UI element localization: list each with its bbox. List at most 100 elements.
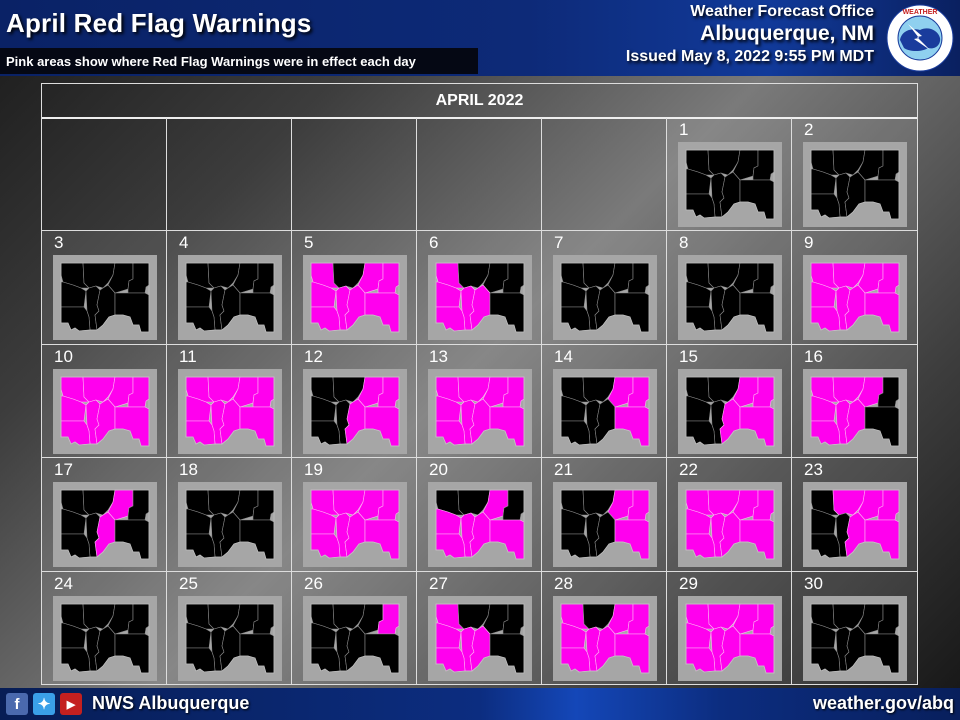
day-number: 14 <box>554 346 573 366</box>
day-number: 29 <box>679 573 698 593</box>
day-number: 16 <box>804 346 823 366</box>
day-number: 25 <box>179 573 198 593</box>
day-number: 5 <box>304 233 314 253</box>
day-number: 9 <box>804 233 814 253</box>
warning-map <box>678 595 782 681</box>
warning-map <box>803 368 907 454</box>
warning-map <box>428 255 532 341</box>
calendar-empty-cell <box>292 118 417 232</box>
warning-map <box>803 482 907 568</box>
header-banner: April Red Flag Warnings Pink areas show … <box>0 0 960 76</box>
day-number: 20 <box>429 460 448 480</box>
calendar-day-cell: 17 <box>42 458 167 572</box>
calendar-day-cell: 10 <box>42 344 167 459</box>
day-number: 24 <box>54 573 73 593</box>
calendar-day-cell: 7 <box>542 231 667 345</box>
warning-map <box>178 482 282 568</box>
day-number: 26 <box>304 573 323 593</box>
calendar-day-cell: 21 <box>542 458 667 572</box>
day-number: 3 <box>54 233 64 253</box>
page-subtitle: Pink areas show where Red Flag Warnings … <box>6 54 416 69</box>
calendar-day-cell: 19 <box>292 458 417 572</box>
calendar-day-cell: 25 <box>167 571 292 685</box>
calendar-day-cell: 1 <box>667 118 792 232</box>
social-links: f ✦ ▶ <box>6 693 82 715</box>
calendar-day-cell: 8 <box>667 231 792 345</box>
warning-map <box>678 142 782 227</box>
calendar-day-cell: 22 <box>667 458 792 572</box>
day-number: 28 <box>554 573 573 593</box>
day-number: 10 <box>54 346 73 366</box>
day-number: 18 <box>179 460 198 480</box>
warning-map <box>678 368 782 454</box>
calendar: APRIL 2022 1 2 3 4 5 6 7 8 9 10 11 12 13 14 15 16 17 18 19… <box>41 83 918 685</box>
day-number: 1 <box>679 120 689 139</box>
warning-map <box>53 255 157 341</box>
footer-banner: f ✦ ▶ NWS Albuquerque weather.gov/abq <box>0 688 960 720</box>
calendar-day-cell: 5 <box>292 231 417 345</box>
social-handle: NWS Albuquerque <box>92 693 250 713</box>
calendar-day-cell: 28 <box>542 571 667 685</box>
calendar-day-cell: 3 <box>42 231 167 345</box>
youtube-icon[interactable]: ▶ <box>60 693 82 715</box>
calendar-day-cell: 12 <box>292 344 417 459</box>
warning-map <box>53 368 157 454</box>
day-number: 7 <box>554 233 564 253</box>
calendar-day-cell: 9 <box>792 231 917 345</box>
warning-map <box>303 255 407 341</box>
warning-map <box>303 368 407 454</box>
calendar-day-cell: 2 <box>792 118 917 232</box>
warning-map <box>553 255 657 341</box>
day-number: 12 <box>304 346 323 366</box>
calendar-month-label: APRIL 2022 <box>42 84 917 119</box>
day-number: 6 <box>429 233 439 253</box>
office-location: Albuquerque, NM <box>700 22 874 45</box>
warning-map <box>803 255 907 341</box>
warning-map <box>553 368 657 454</box>
calendar-day-cell: 6 <box>417 231 542 345</box>
calendar-empty-cell <box>417 118 542 232</box>
calendar-day-cell: 11 <box>167 344 292 459</box>
warning-map <box>178 595 282 681</box>
day-number: 30 <box>804 573 823 593</box>
day-number: 27 <box>429 573 448 593</box>
calendar-day-cell: 29 <box>667 571 792 685</box>
warning-map <box>678 255 782 341</box>
calendar-empty-cell <box>167 118 292 232</box>
warning-map <box>553 482 657 568</box>
day-number: 13 <box>429 346 448 366</box>
calendar-day-cell: 20 <box>417 458 542 572</box>
svg-text:WEATHER: WEATHER <box>903 9 938 16</box>
calendar-day-cell: 15 <box>667 344 792 459</box>
warning-map <box>53 482 157 568</box>
twitter-icon[interactable]: ✦ <box>33 693 55 715</box>
day-number: 17 <box>54 460 73 480</box>
office-info: Weather Forecast Office Albuquerque, NM … <box>626 2 874 68</box>
day-number: 23 <box>804 460 823 480</box>
day-number: 2 <box>804 120 814 139</box>
calendar-day-cell: 4 <box>167 231 292 345</box>
warning-map <box>803 142 907 227</box>
warning-map <box>178 255 282 341</box>
calendar-day-cell: 30 <box>792 571 917 685</box>
day-number: 4 <box>179 233 189 253</box>
day-number: 21 <box>554 460 573 480</box>
calendar-day-cell: 26 <box>292 571 417 685</box>
warning-map <box>803 595 907 681</box>
office-label: Weather Forecast Office <box>690 3 874 20</box>
facebook-icon[interactable]: f <box>6 693 28 715</box>
day-number: 15 <box>679 346 698 366</box>
day-number: 8 <box>679 233 689 253</box>
page-title: April Red Flag Warnings <box>6 8 312 38</box>
calendar-day-cell: 23 <box>792 458 917 572</box>
calendar-empty-cell <box>542 118 667 232</box>
warning-map <box>428 368 532 454</box>
calendar-day-cell: 24 <box>42 571 167 685</box>
website-link[interactable]: weather.gov/abq <box>813 693 954 714</box>
calendar-day-cell: 16 <box>792 344 917 459</box>
day-number: 19 <box>304 460 323 480</box>
warning-map <box>428 595 532 681</box>
warning-map <box>678 482 782 568</box>
calendar-day-cell: 14 <box>542 344 667 459</box>
nws-logo-icon: WEATHER <box>886 4 954 72</box>
